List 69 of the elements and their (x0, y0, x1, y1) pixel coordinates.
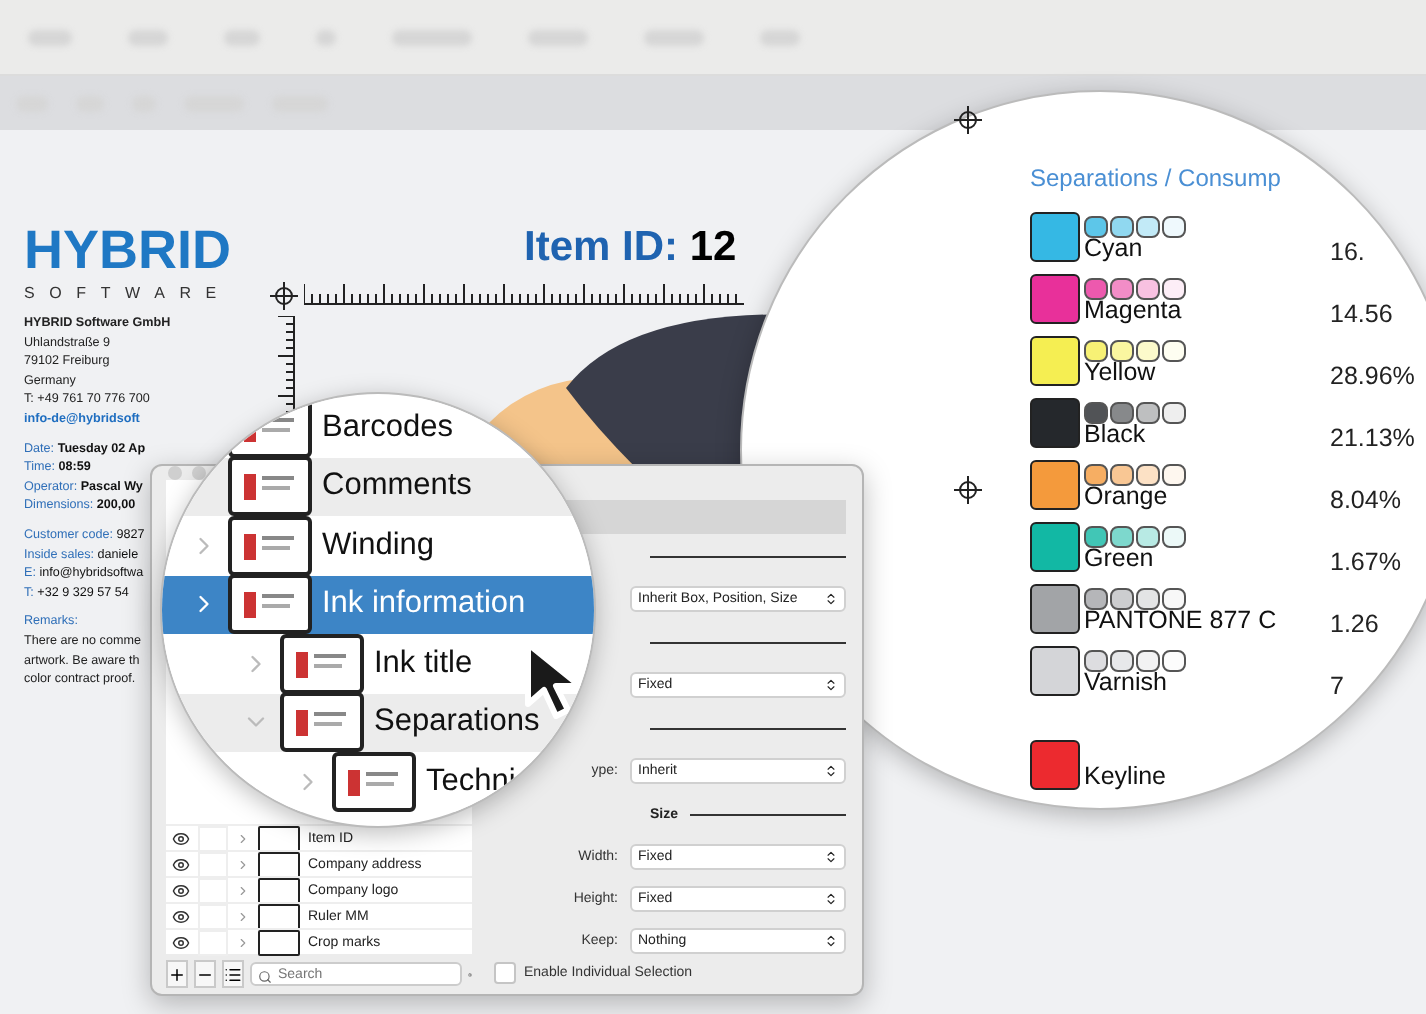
eye-icon[interactable] (172, 907, 190, 925)
ink-name: Orange (1084, 484, 1168, 510)
crosshair-icon (954, 106, 982, 134)
up-down-chevron-icon (824, 678, 838, 692)
ink-percentage: 14.56 (1330, 300, 1393, 328)
layer-label: Ink title (374, 645, 473, 682)
logo-tagline: SOFTWARE (24, 282, 231, 304)
layer-thumbnail (258, 851, 300, 877)
tint-scale-icon (1084, 340, 1186, 360)
ink-percentage: 21.13% (1330, 424, 1415, 452)
layer-thumbnail (280, 633, 364, 694)
layer-thumbnail (228, 456, 312, 517)
ink-name: PANTONE 877 C (1084, 608, 1277, 634)
up-down-chevron-icon (824, 892, 838, 906)
layer-label: Comments (322, 468, 472, 505)
layer-thumbnail (258, 877, 300, 903)
logo-wordmark: HYBRID (24, 220, 232, 282)
ink-percentage: 1.26 (1330, 610, 1379, 638)
layer-row[interactable]: Winding (162, 516, 594, 575)
separations-title: Separations / Consump (1030, 164, 1283, 192)
tint-scale-icon (1084, 464, 1186, 484)
up-down-chevron-icon (824, 764, 838, 778)
item-id-heading: Item ID: 12 (524, 224, 737, 272)
layer-label: Separations (374, 704, 540, 741)
layer-row[interactable]: Ink title (162, 634, 594, 693)
ink-percentage: 16. (1330, 238, 1365, 266)
layer-row[interactable]: Ink information (162, 575, 594, 634)
ink-name: Magenta (1084, 298, 1182, 324)
remove-button[interactable] (194, 960, 216, 988)
crosshair-icon (954, 476, 982, 504)
layer-thumbnail (258, 825, 300, 851)
ink-percentage: 28.96% (1330, 362, 1415, 390)
checkbox[interactable] (494, 962, 516, 984)
tint-scale-icon (1084, 526, 1186, 546)
plus-icon (168, 965, 186, 983)
ink-percentage: 7 (1330, 672, 1344, 700)
eye-icon[interactable] (172, 933, 190, 951)
eye-icon[interactable] (172, 829, 190, 847)
tint-scale-icon (1084, 216, 1186, 236)
layer-label: Barcodes (322, 409, 453, 446)
crosshair-icon (270, 282, 298, 310)
tint-scale-icon (1084, 650, 1186, 670)
add-button[interactable] (166, 960, 188, 988)
search-icon (258, 970, 272, 984)
ink-percentage: 8.04% (1330, 486, 1401, 514)
ink-name: Cyan (1084, 236, 1143, 262)
ink-name: Varnish (1084, 670, 1167, 696)
ink-name: Yellow (1084, 360, 1156, 386)
layer-label: Ink information (322, 586, 526, 623)
up-down-chevron-icon (824, 592, 838, 606)
tint-scale-icon (1084, 402, 1186, 422)
list-view-button[interactable] (222, 960, 244, 988)
layer-thumbnail (228, 515, 312, 576)
layer-thumbnail (228, 574, 312, 635)
layer-thumbnail (258, 903, 300, 929)
up-down-chevron-icon (824, 850, 838, 864)
tint-scale-icon (1084, 278, 1186, 298)
ink-name: Black (1084, 422, 1146, 448)
layer-thumbnail (280, 692, 364, 753)
layer-label: Winding (322, 527, 434, 564)
ink-name: Green (1084, 546, 1154, 572)
up-down-chevron-icon (824, 934, 838, 948)
layer-thumbnail (332, 751, 416, 812)
eye-icon[interactable] (172, 881, 190, 899)
ink-percentage: 1.67% (1330, 548, 1401, 576)
ink-name: Keyline (1084, 764, 1166, 790)
list-icon (224, 965, 242, 983)
eye-icon[interactable] (172, 855, 190, 873)
tint-scale-icon (1084, 588, 1186, 608)
